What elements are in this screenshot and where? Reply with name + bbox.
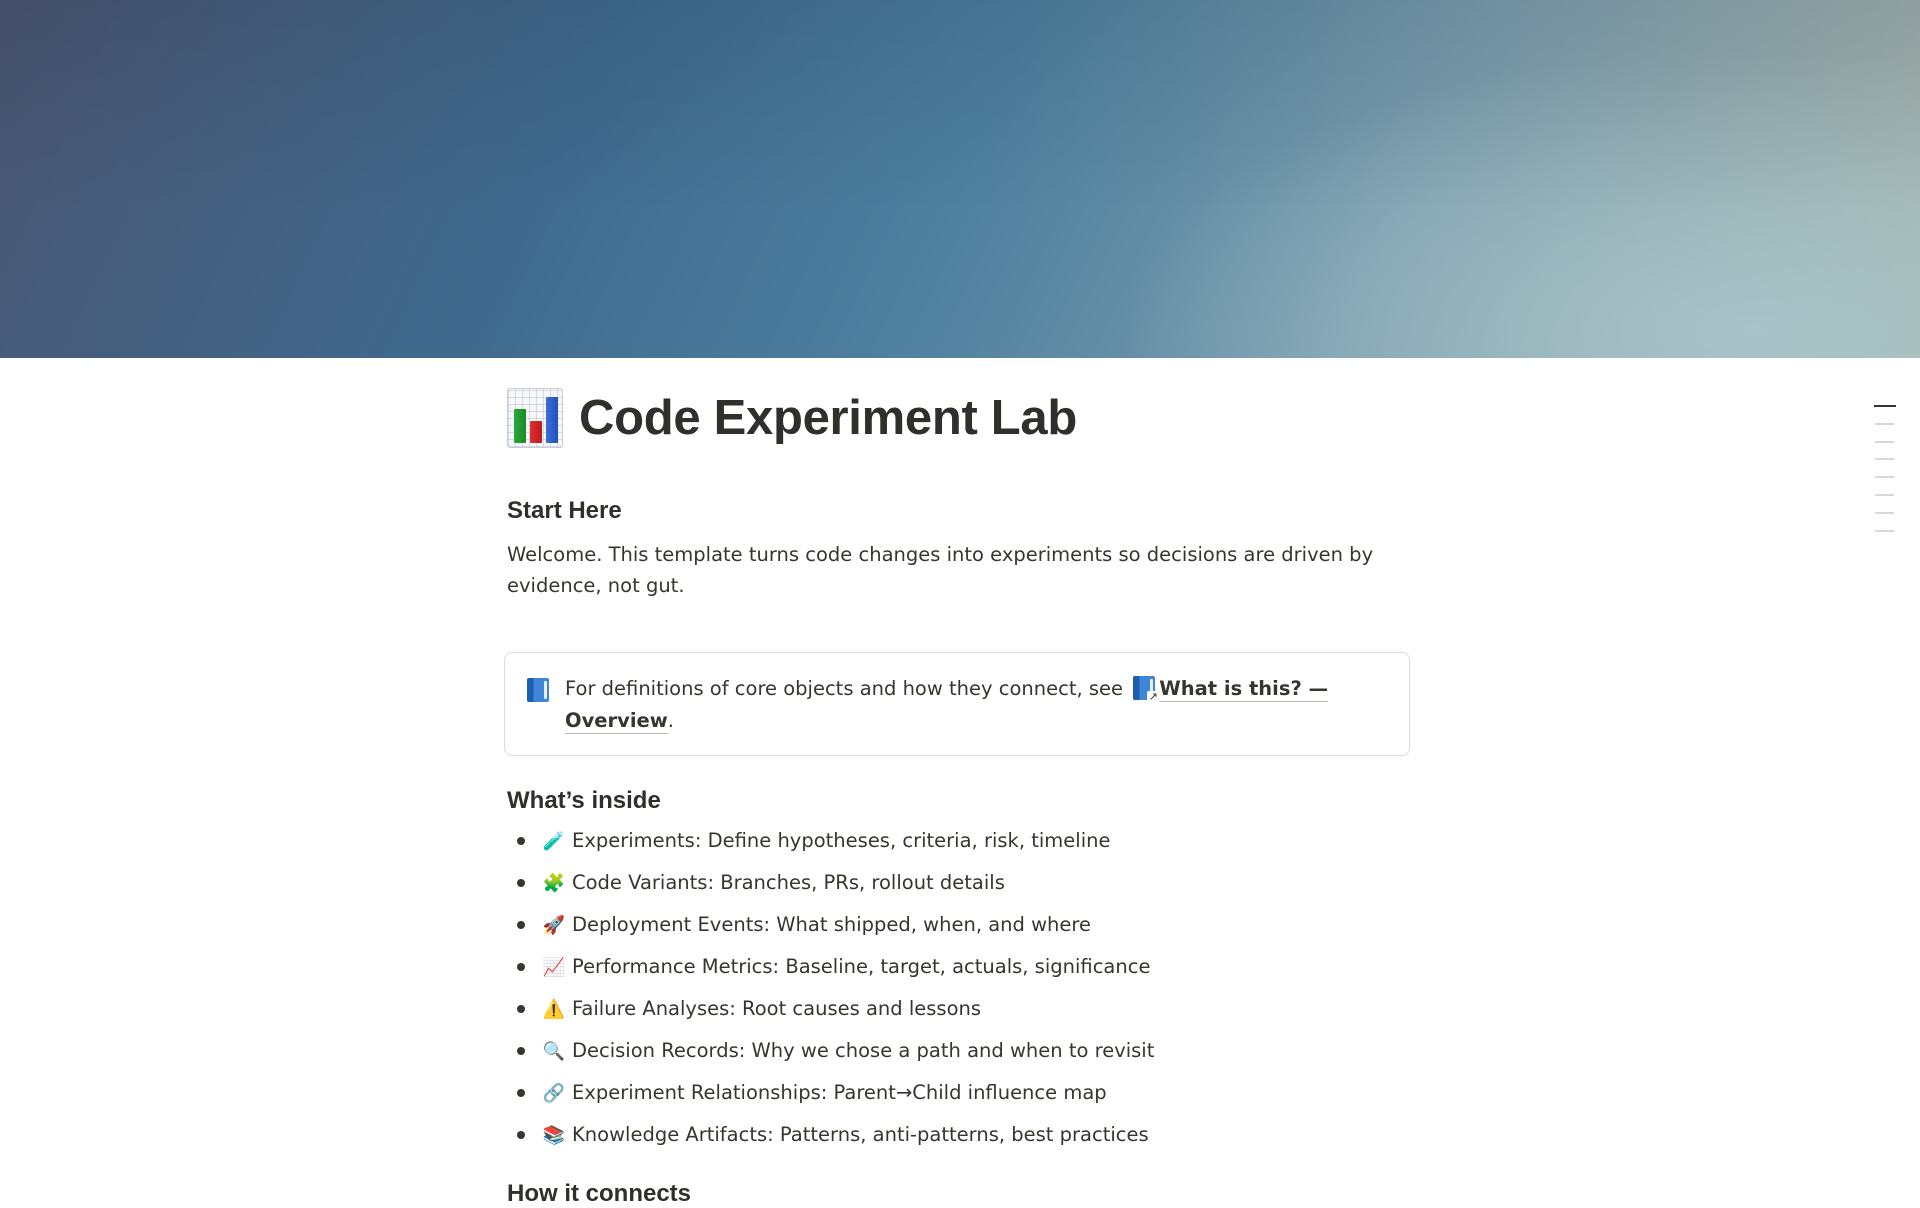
list-item-text: Performance Metrics: Baseline, target, a… (572, 955, 1151, 978)
puzzle-piece-icon: 🧩 (542, 873, 566, 894)
toc-marker[interactable] (1875, 422, 1894, 425)
heading-how-it-connects[interactable]: How it connects (507, 1180, 691, 1208)
toc-marker[interactable] (1875, 476, 1894, 479)
bullet-dot (517, 1005, 525, 1013)
callout-text[interactable]: For definitions of core objects and how … (565, 673, 1345, 737)
bullet-dot (517, 879, 525, 887)
toc-marker[interactable] (1875, 529, 1894, 532)
toc-marker[interactable] (1874, 405, 1896, 407)
list-item[interactable]: 🔍 Decision Records: Why we chose a path a… (507, 1035, 1413, 1077)
magnifying-glass-icon: 🔍 (542, 1041, 566, 1062)
bullet-dot (517, 1131, 525, 1139)
toc-marker[interactable] (1875, 440, 1894, 443)
callout-text-after: . (667, 709, 674, 732)
page-title-text[interactable]: Code Experiment Lab (579, 390, 1077, 446)
callout-text-before: For definitions of core objects and how … (565, 677, 1130, 700)
test-tube-icon: 🧪 (542, 831, 566, 852)
toc-marker[interactable] (1875, 511, 1894, 514)
callout-block[interactable]: For definitions of core objects and how … (504, 652, 1410, 756)
heading-start-here[interactable]: Start Here (507, 497, 622, 525)
intro-paragraph[interactable]: Welcome. This template turns code change… (507, 539, 1413, 601)
page-title[interactable]: Code Experiment Lab (507, 380, 1413, 456)
warning-icon: ⚠️ (542, 999, 566, 1020)
list-item[interactable]: ⚠️ Failure Analyses: Root causes and less… (507, 993, 1413, 1035)
table-of-contents-rail[interactable] (1874, 405, 1896, 547)
bullet-dot (517, 1089, 525, 1097)
toc-marker[interactable] (1875, 493, 1894, 496)
link-icon: 🔗 (542, 1083, 566, 1104)
list-item-text: Knowledge Artifacts: Patterns, anti-patt… (572, 1123, 1149, 1146)
list-item[interactable]: 🔗 Experiment Relationships: Parent→Child … (507, 1077, 1413, 1119)
bar-chart-icon[interactable] (507, 388, 563, 448)
toc-marker[interactable] (1875, 458, 1894, 461)
whats-inside-list: 🧪 Experiments: Define hypotheses, criteri… (507, 825, 1413, 1161)
list-item-text: Experiments: Define hypotheses, criteria… (572, 829, 1111, 852)
bullet-dot (517, 1047, 525, 1055)
list-item-text: Deployment Events: What shipped, when, a… (572, 913, 1091, 936)
list-item[interactable]: 🧪 Experiments: Define hypotheses, criteri… (507, 825, 1413, 867)
page-cover-image[interactable] (0, 0, 1920, 358)
blue-book-icon[interactable] (527, 678, 549, 702)
bullet-dot (517, 837, 525, 845)
list-item[interactable]: 📚 Knowledge Artifacts: Patterns, anti-pat… (507, 1119, 1413, 1161)
list-item-text: Code Variants: Branches, PRs, rollout de… (572, 871, 1005, 894)
list-item[interactable]: 🧩 Code Variants: Branches, PRs, rollout d… (507, 867, 1413, 909)
list-item-text: Decision Records: Why we chose a path an… (572, 1039, 1155, 1062)
page-content: Code Experiment Lab Start Here Welcome. … (504, 380, 1413, 1207)
list-item-text: Failure Analyses: Root causes and lesson… (572, 997, 982, 1020)
list-item[interactable]: 📈 Performance Metrics: Baseline, target, … (507, 951, 1413, 993)
bullet-dot (517, 921, 525, 929)
list-item[interactable]: 🚀 Deployment Events: What shipped, when, … (507, 909, 1413, 951)
list-item-text: Experiment Relationships: Parent→Child i… (572, 1081, 1107, 1104)
books-icon: 📚 (542, 1125, 566, 1146)
chart-increasing-icon: 📈 (542, 957, 566, 978)
bullet-dot (517, 963, 525, 971)
rocket-icon: 🚀 (542, 915, 566, 936)
linked-page-icon: ↗ (1133, 676, 1160, 703)
heading-whats-inside[interactable]: What’s inside (507, 787, 661, 815)
